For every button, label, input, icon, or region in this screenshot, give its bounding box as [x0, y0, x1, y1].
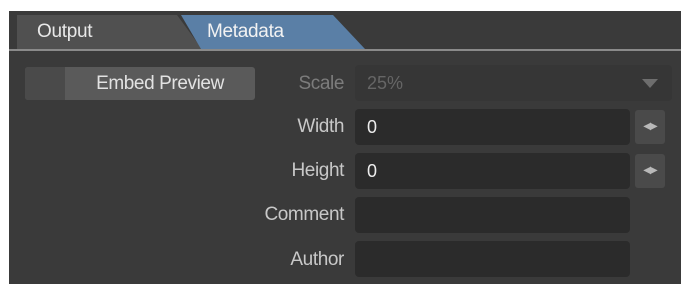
author-label: Author: [290, 249, 344, 270]
embed-preview-label: Embed Preview: [96, 73, 224, 94]
scale-value: 25%: [367, 73, 404, 93]
height-label: Height: [291, 160, 344, 181]
metadata-panel: Output Metadata Embed Preview Scale 25% …: [9, 11, 681, 284]
height-stepper[interactable]: ◀▶: [635, 154, 665, 188]
tab-metadata[interactable]: Metadata: [181, 15, 365, 49]
comment-label: Comment: [264, 204, 344, 225]
tab-bar: Output Metadata: [9, 11, 681, 51]
width-label: Width: [297, 116, 344, 137]
width-value: 0: [367, 117, 378, 137]
tab-output-label: Output: [37, 21, 93, 42]
comment-input[interactable]: [355, 197, 630, 233]
left-right-arrows-icon: ◀▶: [643, 121, 657, 132]
left-right-arrows-icon: ◀▶: [643, 165, 657, 176]
embed-preview-checkbox[interactable]: [25, 67, 65, 100]
height-input[interactable]: 0: [355, 153, 630, 189]
scale-dropdown[interactable]: 25%: [355, 65, 672, 101]
chevron-down-icon: [642, 79, 658, 88]
height-value: 0: [367, 161, 378, 181]
width-stepper[interactable]: ◀▶: [635, 110, 665, 144]
author-input[interactable]: [355, 241, 630, 277]
tab-output[interactable]: Output: [17, 15, 202, 49]
scale-label: Scale: [298, 73, 344, 94]
tab-metadata-label: Metadata: [207, 21, 284, 42]
tab-underline: [9, 49, 681, 51]
embed-preview-button[interactable]: Embed Preview: [25, 67, 255, 100]
width-input[interactable]: 0: [355, 109, 630, 145]
